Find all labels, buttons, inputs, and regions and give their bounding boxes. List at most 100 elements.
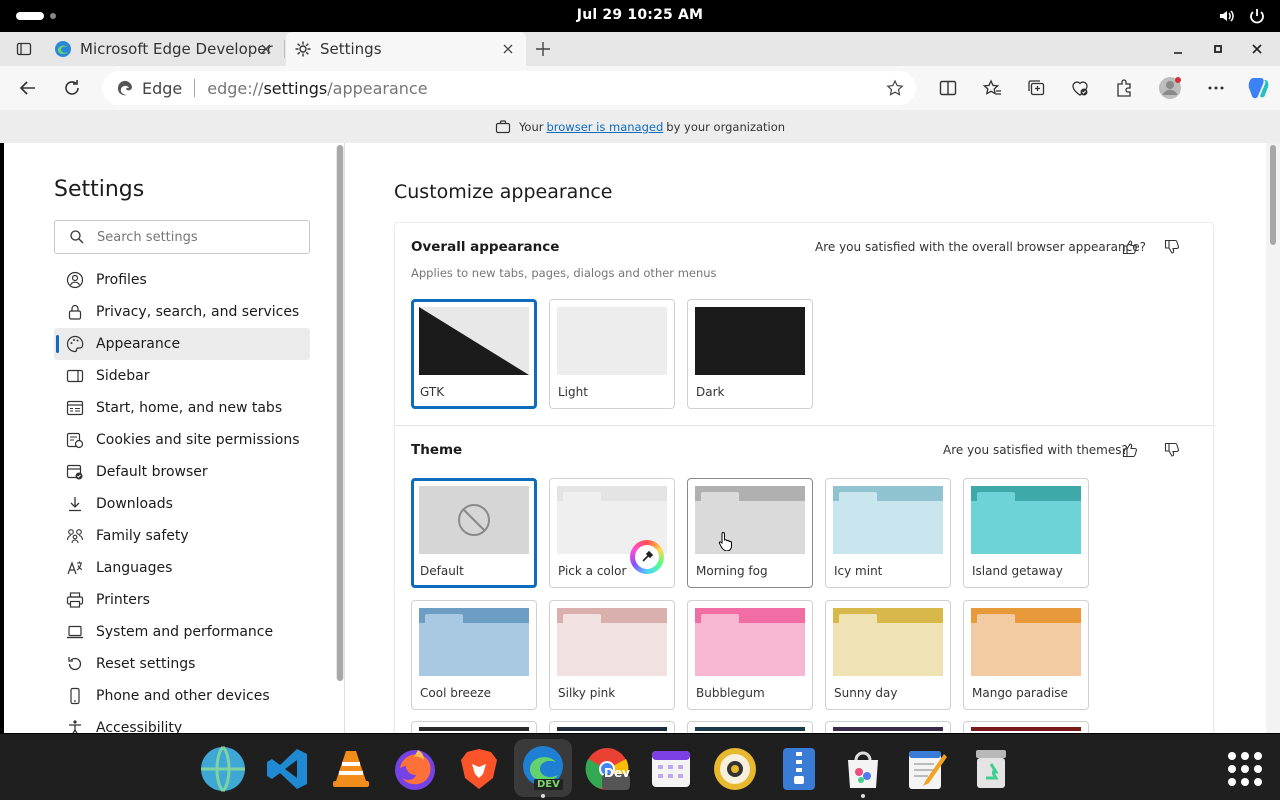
store-icon[interactable] xyxy=(840,746,886,792)
nav-item-system-performance[interactable]: System and performance xyxy=(54,616,310,648)
thumbs-down-icon[interactable] xyxy=(1164,239,1180,255)
split-screen-icon[interactable] xyxy=(938,78,958,98)
app-grid-icon[interactable] xyxy=(1222,746,1268,792)
theme-tile-partial[interactable] xyxy=(687,721,813,733)
nav-item-start-home[interactable]: Start, home, and new tabs xyxy=(54,392,310,424)
calendar-icon[interactable] xyxy=(648,746,694,792)
system-top-bar: Jul 29 10:25 AM xyxy=(0,0,1280,32)
nav-item-phone-devices[interactable]: Phone and other devices xyxy=(54,680,310,712)
archive-icon[interactable] xyxy=(776,746,822,792)
theme-option-cool-breeze[interactable]: Cool breeze xyxy=(411,600,537,710)
theme-preview xyxy=(419,486,529,554)
url-scheme: edge:// xyxy=(207,78,264,98)
nav-item-privacy[interactable]: Privacy, search, and services xyxy=(54,296,310,328)
system-clock[interactable]: Jul 29 10:25 AM xyxy=(0,7,1280,23)
theme-option-icy-mint[interactable]: Icy mint xyxy=(825,478,951,588)
theme-tile-partial[interactable] xyxy=(825,721,951,733)
trash-icon[interactable] xyxy=(968,746,1014,792)
nav-item-printers[interactable]: Printers xyxy=(54,584,310,616)
search-settings-box[interactable] xyxy=(54,220,310,254)
nav-label: Start, home, and new tabs xyxy=(96,400,283,416)
theme-tile-partial[interactable] xyxy=(549,721,675,733)
theme-tile-partial[interactable] xyxy=(411,721,537,733)
theme-preview-tab xyxy=(701,614,739,623)
page-scrollbar[interactable] xyxy=(1266,143,1280,733)
tile-label: Dark xyxy=(696,385,725,399)
family-icon xyxy=(66,529,84,544)
minimize-icon[interactable] xyxy=(1170,41,1186,57)
power-icon[interactable] xyxy=(1248,7,1266,25)
tab-actions-icon[interactable] xyxy=(16,41,32,57)
vscode-icon[interactable] xyxy=(264,746,310,792)
globe-icon[interactable] xyxy=(200,746,246,792)
appearance-option-gtk[interactable]: GTK xyxy=(411,299,537,409)
nav-item-languages[interactable]: Languages xyxy=(54,552,310,584)
theme-option-island-getaway[interactable]: Island getaway xyxy=(963,478,1089,588)
more-options-icon[interactable] xyxy=(1206,78,1226,98)
firefox-icon[interactable] xyxy=(392,746,438,792)
color-picker-button[interactable] xyxy=(630,540,664,574)
page-scroll-thumb[interactable] xyxy=(1270,145,1276,245)
tab-settings[interactable]: Settings xyxy=(286,32,526,66)
appearance-option-dark[interactable]: Dark xyxy=(687,299,813,409)
browser-managed-link[interactable]: browser is managed xyxy=(547,120,664,134)
favorite-star-icon[interactable] xyxy=(886,79,904,97)
close-tab-icon[interactable] xyxy=(500,41,516,57)
edge-dev-dock-tile[interactable]: DEV xyxy=(514,739,572,797)
sidebar-scroll-thumb[interactable] xyxy=(337,145,343,681)
nav-item-family-safety[interactable]: Family safety xyxy=(54,520,310,552)
nav-item-sidebar[interactable]: Sidebar xyxy=(54,360,310,392)
speaker-icon[interactable] xyxy=(712,746,758,792)
theme-option-default[interactable]: Default xyxy=(411,478,537,588)
thumbs-down-icon[interactable] xyxy=(1164,442,1180,458)
nav-item-downloads[interactable]: Downloads xyxy=(54,488,310,520)
theme-preview xyxy=(833,608,943,676)
sidebar-scrollbar[interactable] xyxy=(336,145,344,681)
maximize-icon[interactable] xyxy=(1210,41,1226,57)
thumbs-up-icon[interactable] xyxy=(1122,442,1138,458)
chrome-dev-badge: Dev xyxy=(604,766,630,780)
theme-option-sunny-day[interactable]: Sunny day xyxy=(825,600,951,710)
nav-item-reset[interactable]: Reset settings xyxy=(54,648,310,680)
cookie-icon xyxy=(66,432,84,449)
nav-item-default-browser[interactable]: Default browser xyxy=(54,456,310,488)
theme-option-mango-paradise[interactable]: Mango paradise xyxy=(963,600,1089,710)
text-editor-icon[interactable] xyxy=(904,746,950,792)
theme-option-silky-pink[interactable]: Silky pink xyxy=(549,600,675,710)
close-window-icon[interactable] xyxy=(1249,41,1265,57)
search-settings-input[interactable] xyxy=(97,229,307,245)
favorites-icon[interactable] xyxy=(982,78,1002,98)
volume-icon[interactable] xyxy=(1218,7,1236,25)
palette-icon xyxy=(66,335,84,353)
address-bar[interactable]: Edge edge:// settings /appearance xyxy=(102,71,916,105)
page-title: Customize appearance xyxy=(394,181,613,203)
theme-option-pick-a-color[interactable]: Pick a color xyxy=(549,478,675,588)
mouse-cursor-icon xyxy=(718,531,734,552)
copilot-icon[interactable] xyxy=(1245,75,1271,101)
extensions-icon[interactable] xyxy=(1114,78,1134,98)
theme-option-bubblegum[interactable]: Bubblegum xyxy=(687,600,813,710)
nav-item-accessibility[interactable]: Accessibility xyxy=(54,712,310,733)
nav-label: Phone and other devices xyxy=(96,688,270,704)
new-tab-icon[interactable] xyxy=(534,40,552,58)
tab-label: Settings xyxy=(320,40,382,58)
thumbs-up-icon[interactable] xyxy=(1122,239,1138,255)
nav-item-cookies[interactable]: Cookies and site permissions xyxy=(54,424,310,456)
browser-essentials-icon[interactable] xyxy=(1070,78,1090,98)
tab-microsoft-edge-developer[interactable]: Microsoft Edge Developer xyxy=(44,32,284,66)
refresh-icon[interactable] xyxy=(62,78,82,98)
collections-icon[interactable] xyxy=(1026,78,1046,98)
appearance-option-light[interactable]: Light xyxy=(549,299,675,409)
nav-item-appearance[interactable]: Appearance xyxy=(54,328,310,360)
managed-banner: Your browser is managed by your organiza… xyxy=(0,110,1280,143)
theme-tile-partial[interactable] xyxy=(963,721,1089,733)
nav-label: Privacy, search, and services xyxy=(96,304,300,320)
profile-avatar-icon[interactable] xyxy=(1158,76,1182,100)
back-icon[interactable] xyxy=(18,78,38,98)
nav-item-profiles[interactable]: Profiles xyxy=(54,264,310,296)
vlc-icon[interactable] xyxy=(328,746,374,792)
brave-icon[interactable] xyxy=(456,746,502,792)
theme-option-morning-fog[interactable]: Morning fog xyxy=(687,478,813,588)
close-tab-icon[interactable] xyxy=(258,41,274,57)
theme-preview-tab xyxy=(563,492,601,501)
